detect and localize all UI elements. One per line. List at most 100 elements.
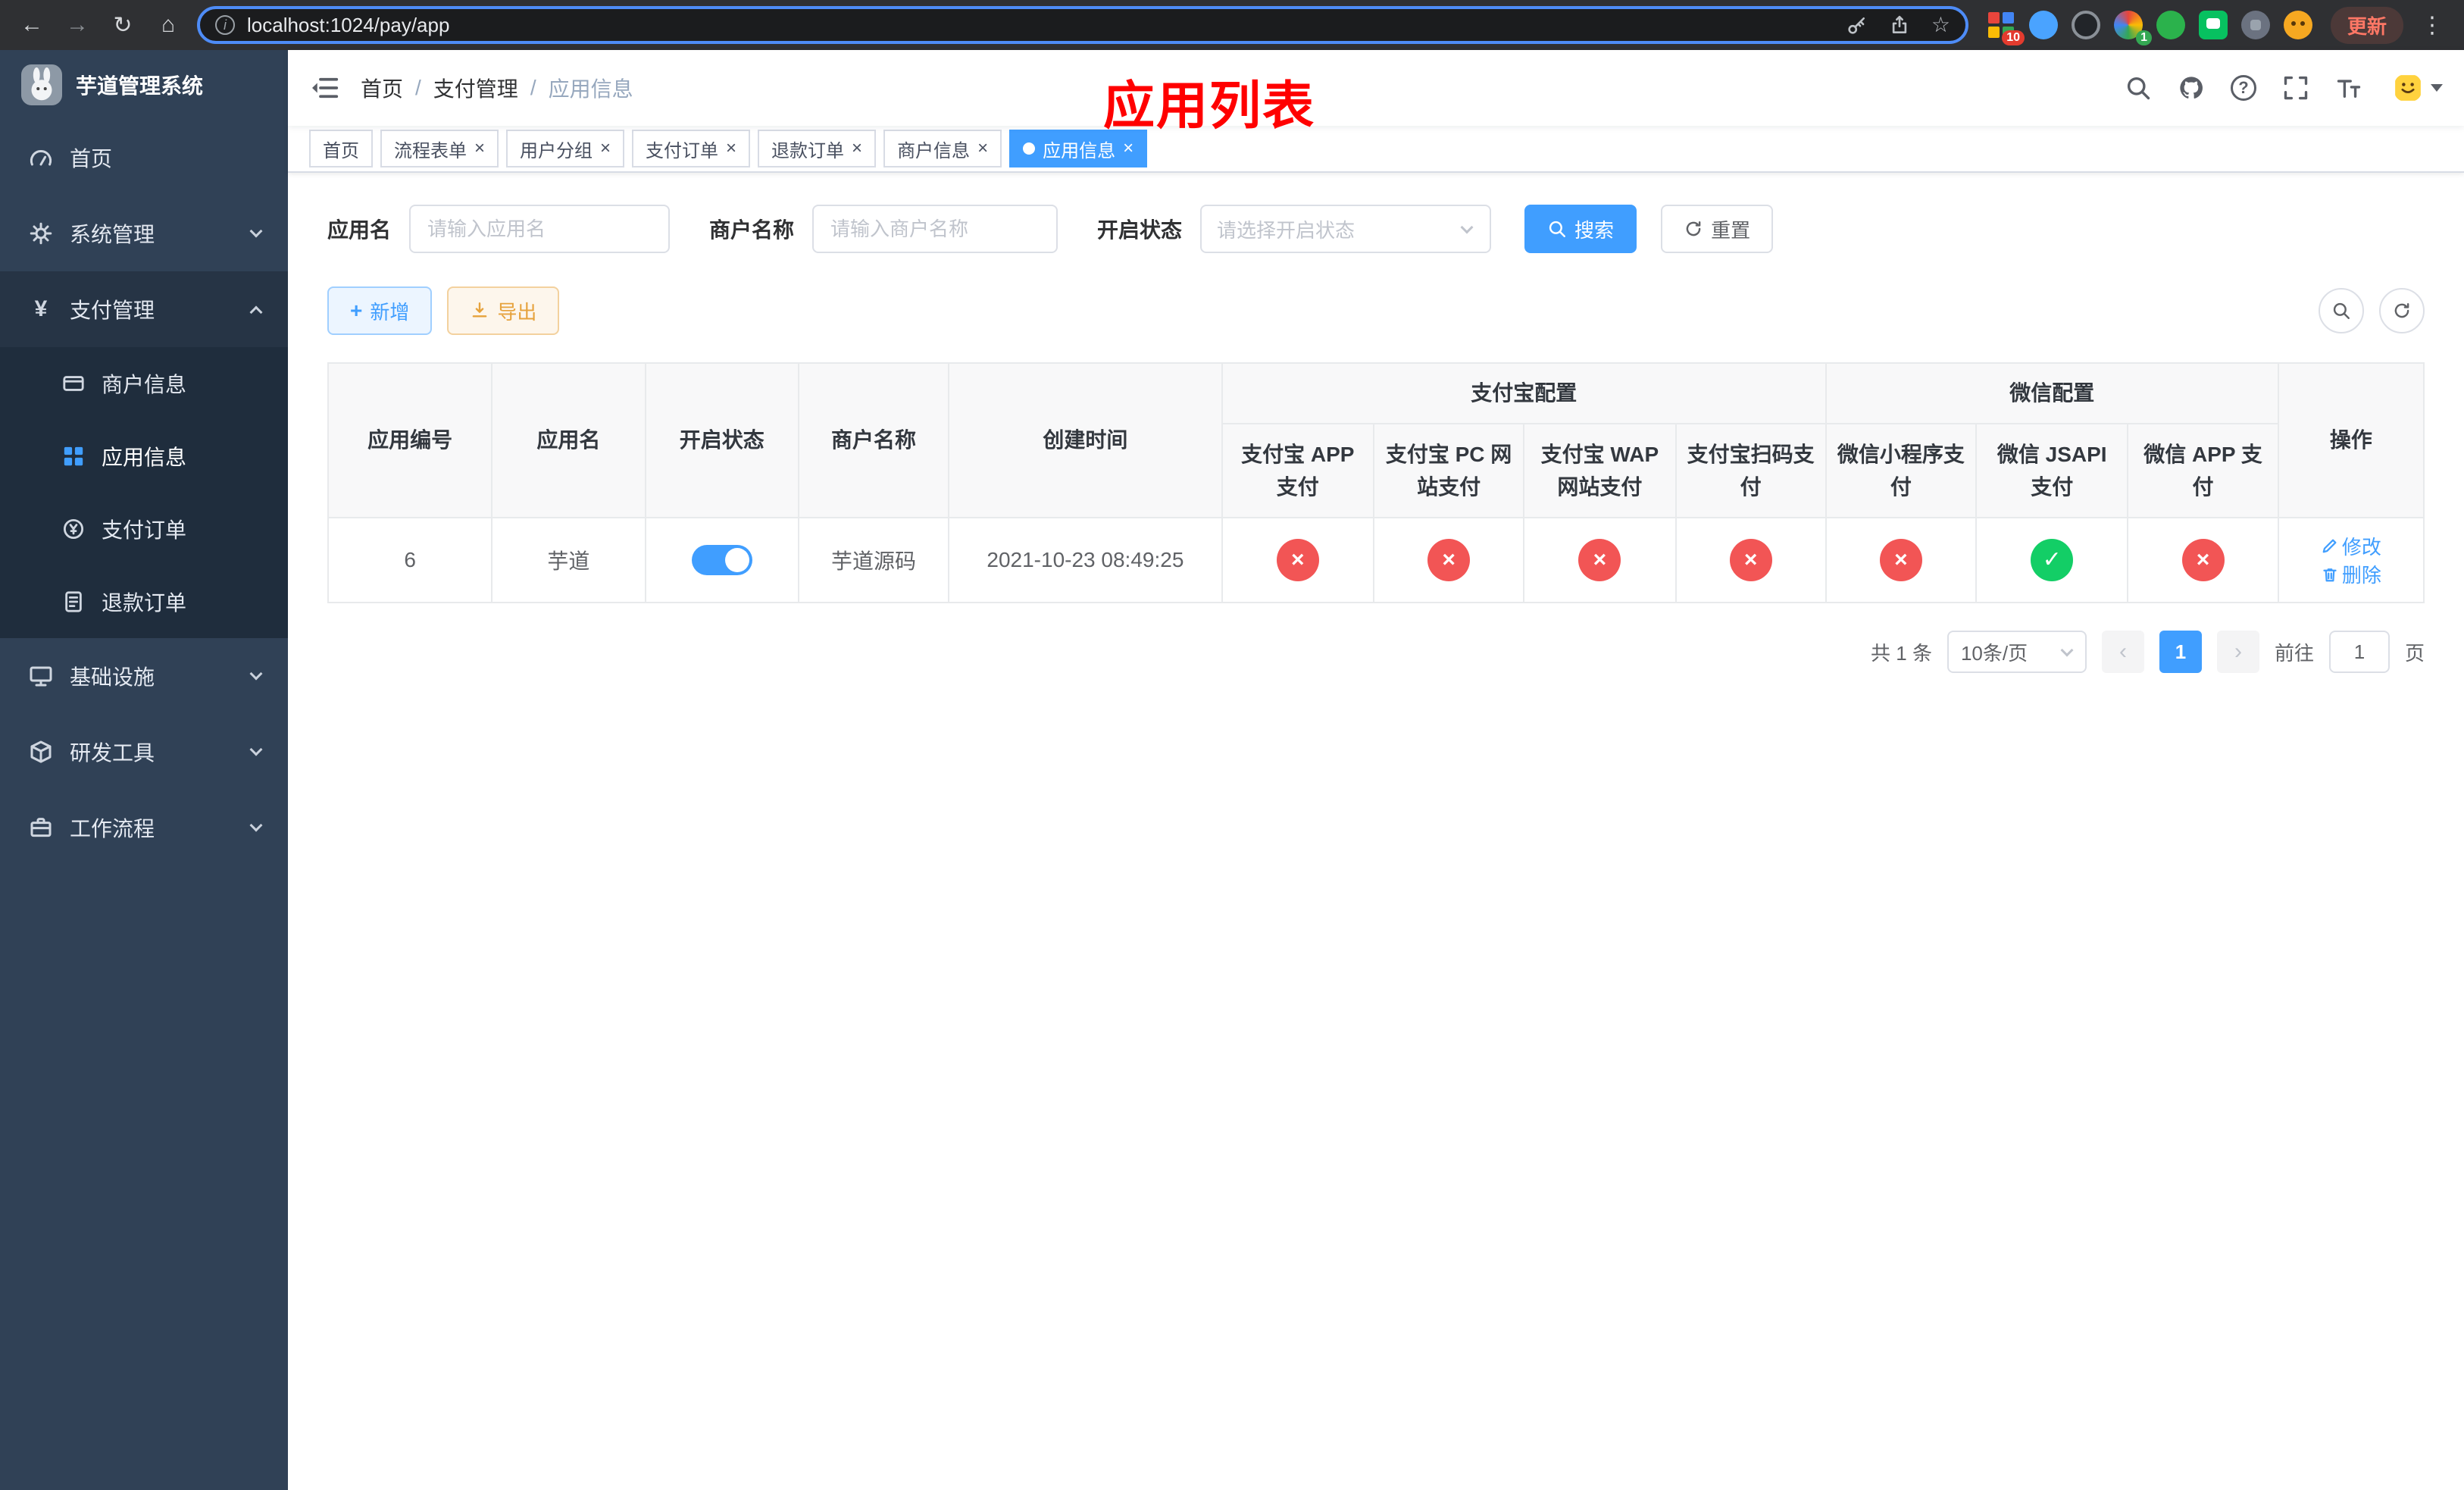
address-bar[interactable]: i localhost:1024/pay/app ☆ <box>197 6 1968 44</box>
goto-page-input[interactable] <box>2328 631 2390 673</box>
download-icon <box>473 302 487 318</box>
tab-close-icon[interactable]: × <box>726 139 736 158</box>
bookmark-star-icon[interactable]: ☆ <box>1931 14 1950 36</box>
refresh-icon <box>2394 303 2409 318</box>
extension-icon-gray[interactable] <box>2240 11 2270 39</box>
extensions-row: 10 1 <box>1987 11 2312 45</box>
url-text: localhost:1024/pay/app <box>247 13 450 36</box>
sidebar-item-label: 退款订单 <box>102 591 187 615</box>
hamburger-icon[interactable] <box>309 73 339 103</box>
github-icon[interactable] <box>2178 74 2205 102</box>
refresh-table-button[interactable] <box>2379 288 2425 333</box>
merchant-name-label: 商户名称 <box>709 218 795 242</box>
pay-order-icon <box>63 518 84 540</box>
sidebar-item-app-info[interactable]: 应用信息 <box>0 420 288 493</box>
tab-close-icon[interactable]: × <box>977 139 988 158</box>
tab-home[interactable]: 首页 <box>309 130 373 167</box>
reload-button[interactable]: ↻ <box>106 8 139 42</box>
sidebar-item-home[interactable]: 首页 <box>0 120 288 196</box>
browser-profile-avatar[interactable] <box>2283 11 2312 39</box>
status-check-icon: ✓ <box>2031 539 2074 581</box>
pagination: 共 1 条 10条/页 ‹ 1 › 前往 页 <box>327 631 2425 673</box>
sidebar-item-workflow[interactable]: 工作流程 <box>0 790 288 866</box>
edit-link-label: 修改 <box>2341 535 2381 559</box>
sidebar-item-label: 研发工具 <box>70 741 155 765</box>
cell-app-name: 芋道 <box>491 517 646 603</box>
font-size-icon[interactable] <box>2335 74 2362 102</box>
tab-close-icon[interactable]: × <box>1123 139 1134 158</box>
col-header-alipay-pc: 支付宝 PC 网站支付 <box>1372 423 1525 518</box>
browser-toolbar: ← → ↻ ⌂ i localhost:1024/pay/app ☆ 10 1 … <box>0 0 2464 50</box>
sidebar-item-merchant-info[interactable]: 商户信息 <box>0 347 288 420</box>
edit-link[interactable]: 修改 <box>2321 532 2381 560</box>
delete-link[interactable]: 删除 <box>2321 560 2381 588</box>
breadcrumb-home[interactable]: 首页 <box>361 73 403 103</box>
logo-avatar <box>21 64 62 105</box>
status-cross-icon: × <box>1427 539 1471 581</box>
fullscreen-icon[interactable] <box>2282 74 2309 102</box>
password-key-icon[interactable] <box>1846 14 1868 36</box>
tab-pay-order[interactable]: 支付订单 × <box>632 130 751 167</box>
user-avatar-menu[interactable] <box>2394 74 2443 102</box>
sidebar-item-payment[interactable]: ¥ 支付管理 <box>0 271 288 347</box>
tab-close-icon[interactable]: × <box>600 139 611 158</box>
sidebar-item-pay-order[interactable]: 支付订单 <box>0 493 288 565</box>
box-icon <box>30 740 52 763</box>
back-button[interactable]: ← <box>15 8 48 42</box>
col-header-app-id: 应用编号 <box>327 362 493 518</box>
extension-badge: 1 <box>2136 30 2152 45</box>
status-toggle[interactable] <box>691 545 752 575</box>
sidebar-item-system[interactable]: 系统管理 <box>0 196 288 271</box>
app-name-label: 应用名 <box>327 218 392 242</box>
site-info-icon[interactable]: i <box>215 15 235 35</box>
tab-label: 首页 <box>323 140 359 161</box>
app-name-input[interactable] <box>409 205 671 253</box>
help-icon[interactable]: ? <box>2231 75 2256 101</box>
prev-page-button[interactable]: ‹ <box>2101 631 2144 673</box>
page-size-select[interactable]: 10条/页 <box>1946 631 2087 673</box>
tab-process-form[interactable]: 流程表单 × <box>380 130 499 167</box>
tab-refund-order[interactable]: 退款订单 × <box>758 130 877 167</box>
export-button[interactable]: 导出 <box>447 286 560 335</box>
forward-button[interactable]: → <box>61 8 94 42</box>
tab-user-group[interactable]: 用户分组 × <box>506 130 625 167</box>
extension-icon-blue[interactable] <box>2028 11 2058 39</box>
sidebar-item-devtools[interactable]: 研发工具 <box>0 714 288 790</box>
extension-icon-dark[interactable] <box>2071 11 2100 39</box>
extension-icon-green-circle[interactable] <box>2156 11 2185 39</box>
cell-wechat-jsapi: ✓ <box>1975 517 2129 603</box>
merchant-name-input[interactable] <box>812 205 1058 253</box>
sidebar-menu: 首页 系统管理 ¥ 支付管理 商户信息 应用信息 支付订单 退款订单 基础设施 … <box>0 120 288 866</box>
chevron-down-icon <box>249 224 263 238</box>
current-page-button[interactable]: 1 <box>2159 631 2202 673</box>
tab-close-icon[interactable]: × <box>474 139 485 158</box>
breadcrumb-current: 应用信息 <box>548 77 633 101</box>
tab-merchant-info[interactable]: 商户信息 × <box>883 130 1002 167</box>
tab-close-icon[interactable]: × <box>852 139 862 158</box>
cell-app-id: 6 <box>327 517 493 603</box>
wechat-devtools-extension-icon[interactable] <box>2198 11 2228 39</box>
update-button[interactable]: 更新 <box>2330 6 2403 44</box>
tags-view-bar: 首页 流程表单 × 用户分组 × 支付订单 × 退款订单 × 商户信息 × 应用信息 × <box>288 126 2464 173</box>
profile-extension-icon[interactable]: 1 <box>2113 11 2152 45</box>
apps-extension-icon[interactable]: 10 <box>1987 11 2025 45</box>
breadcrumb-payment[interactable]: 支付管理 <box>433 73 518 103</box>
sidebar-item-refund-order[interactable]: 退款订单 <box>0 565 288 638</box>
sidebar-logo[interactable]: 芋道管理系统 <box>0 50 288 120</box>
reset-button[interactable]: 重置 <box>1661 205 1774 253</box>
next-page-button[interactable]: › <box>2216 631 2259 673</box>
cell-actions: 修改 删除 <box>2277 517 2425 603</box>
sidebar: 芋道管理系统 首页 系统管理 ¥ 支付管理 商户信息 应用信息 支付订单 退款订… <box>0 50 288 1490</box>
search-icon[interactable] <box>2125 74 2152 102</box>
search-button[interactable]: 搜索 <box>1524 205 1637 253</box>
browser-menu-icon[interactable]: ⋮ <box>2416 8 2449 42</box>
status-cross-icon: × <box>1276 539 1319 581</box>
status-select[interactable]: 请选择开启状态 <box>1200 205 1492 253</box>
toggle-search-button[interactable] <box>2319 288 2364 333</box>
sidebar-item-infrastructure[interactable]: 基础设施 <box>0 638 288 714</box>
add-button[interactable]: + 新增 <box>327 286 433 335</box>
home-button[interactable]: ⌂ <box>152 8 185 42</box>
tab-label: 商户信息 <box>897 140 971 161</box>
share-icon[interactable] <box>1889 14 1910 36</box>
cell-status <box>644 517 799 603</box>
